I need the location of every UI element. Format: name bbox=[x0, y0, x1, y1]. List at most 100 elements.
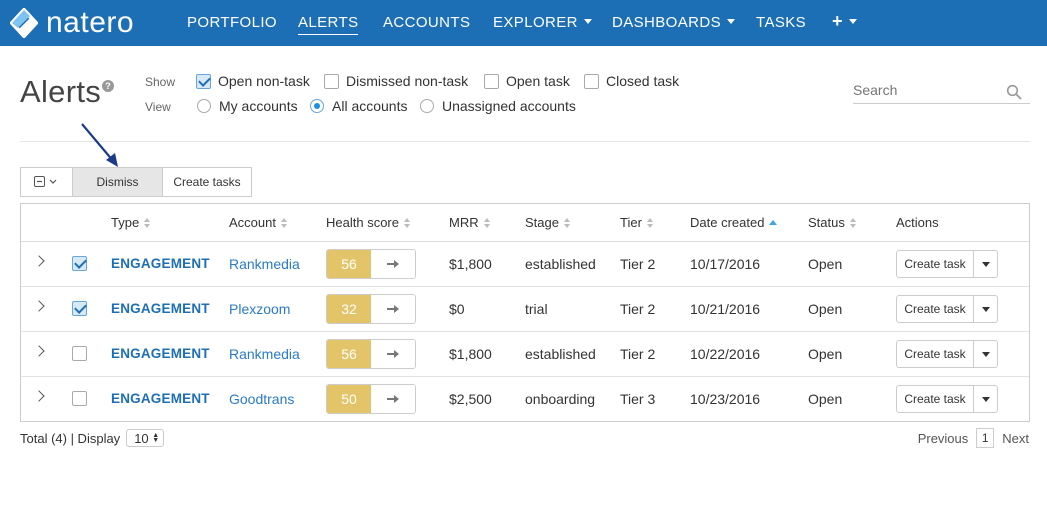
create-task-dropdown[interactable] bbox=[974, 340, 998, 368]
filter-closed-task[interactable]: Closed task bbox=[584, 73, 679, 89]
row-checkbox[interactable] bbox=[72, 256, 87, 271]
column-header-account[interactable]: Account bbox=[229, 215, 288, 230]
filter-open-non-task[interactable]: Open non-task bbox=[196, 73, 310, 89]
health-score-value: 56 bbox=[327, 250, 371, 278]
next-page-link[interactable]: Next bbox=[1002, 431, 1029, 446]
filter-dismissed-non-task[interactable]: Dismissed non-task bbox=[324, 73, 468, 89]
caret-down-icon bbox=[981, 351, 990, 357]
date-created-value: 10/17/2016 bbox=[690, 256, 761, 272]
table-row: ENGAGEMENT Plexzoom 32 $0 trial Tier 2 1… bbox=[21, 287, 1029, 332]
filter-label: Closed task bbox=[606, 73, 680, 89]
radio[interactable] bbox=[197, 99, 211, 113]
view-unassigned-accounts[interactable]: Unassigned accounts bbox=[420, 98, 576, 114]
nav-dashboards[interactable]: DASHBOARDS bbox=[612, 14, 736, 32]
page-number[interactable]: 1 bbox=[976, 428, 995, 448]
create-tasks-button[interactable]: Create tasks bbox=[163, 167, 252, 197]
health-score-widget[interactable]: 56 bbox=[326, 249, 416, 279]
sort-icon bbox=[403, 218, 411, 228]
chevron-down-icon bbox=[727, 19, 736, 24]
nav-explorer[interactable]: EXPLORER bbox=[493, 14, 592, 32]
radio[interactable] bbox=[420, 99, 434, 113]
date-created-value: 10/22/2016 bbox=[690, 346, 761, 362]
account-link[interactable]: Plexzoom bbox=[229, 301, 290, 317]
checkbox[interactable] bbox=[196, 73, 211, 89]
row-checkbox[interactable] bbox=[72, 391, 87, 406]
chevron-down-icon bbox=[848, 19, 857, 24]
chevron-down-icon bbox=[583, 19, 592, 24]
alert-type[interactable]: ENGAGEMENT bbox=[111, 391, 210, 406]
mrr-value: $1,800 bbox=[449, 346, 492, 362]
previous-page-link[interactable]: Previous bbox=[918, 431, 969, 446]
up-down-arrows-icon: ▲ ▼ bbox=[152, 432, 160, 444]
chevron-right-icon[interactable] bbox=[33, 390, 45, 402]
column-header-date-created[interactable]: Date created bbox=[690, 215, 778, 230]
account-link[interactable]: Rankmedia bbox=[229, 346, 300, 362]
logo[interactable]: natero bbox=[8, 6, 134, 40]
checkbox[interactable] bbox=[484, 73, 499, 89]
view-all-accounts[interactable]: All accounts bbox=[310, 98, 407, 114]
account-link[interactable]: Goodtrans bbox=[229, 391, 294, 407]
search-input[interactable] bbox=[853, 82, 1003, 98]
create-task-dropdown[interactable] bbox=[974, 385, 998, 413]
nav-explorer-label: EXPLORER bbox=[493, 14, 578, 31]
natero-logo-icon bbox=[10, 8, 38, 38]
create-task-button[interactable]: Create task bbox=[896, 295, 974, 323]
chevron-right-icon[interactable] bbox=[33, 255, 45, 267]
select-all-dropdown[interactable] bbox=[20, 167, 73, 197]
filter-open-task[interactable]: Open task bbox=[484, 73, 570, 89]
column-header-mrr[interactable]: MRR bbox=[449, 215, 491, 230]
arrow-right-icon bbox=[371, 250, 415, 278]
checkbox[interactable] bbox=[324, 73, 339, 89]
health-score-widget[interactable]: 50 bbox=[326, 384, 416, 414]
tier-value: Tier 2 bbox=[620, 301, 656, 317]
account-link[interactable]: Rankmedia bbox=[229, 256, 300, 272]
row-actions: Create task bbox=[896, 340, 998, 368]
dismiss-button[interactable]: Dismiss bbox=[73, 167, 163, 197]
nav-add-menu[interactable]: + bbox=[832, 12, 857, 30]
nav-portfolio[interactable]: PORTFOLIO bbox=[187, 14, 277, 32]
view-option-label: Unassigned accounts bbox=[442, 98, 576, 114]
column-label: MRR bbox=[449, 215, 479, 230]
create-task-dropdown[interactable] bbox=[974, 250, 998, 278]
search-icon[interactable] bbox=[1006, 84, 1022, 100]
search-box bbox=[853, 82, 1030, 104]
nav-alerts[interactable]: ALERTS bbox=[298, 14, 359, 35]
create-task-button[interactable]: Create task bbox=[896, 385, 974, 413]
chevron-right-icon[interactable] bbox=[33, 345, 45, 357]
nav-accounts[interactable]: ACCOUNTS bbox=[383, 14, 470, 32]
view-my-accounts[interactable]: My accounts bbox=[197, 98, 298, 114]
health-score-widget[interactable]: 32 bbox=[326, 294, 416, 324]
create-task-dropdown[interactable] bbox=[974, 295, 998, 323]
alert-type[interactable]: ENGAGEMENT bbox=[111, 256, 210, 271]
status-value: Open bbox=[808, 391, 843, 407]
brand-name: natero bbox=[46, 6, 135, 39]
table-header: Type Account Health score MRR Stage Tier… bbox=[21, 204, 1029, 242]
caret-down-icon bbox=[981, 396, 990, 402]
checkbox[interactable] bbox=[584, 73, 599, 89]
column-header-stage[interactable]: Stage bbox=[525, 215, 571, 230]
question-circle-icon[interactable]: ? bbox=[102, 80, 114, 92]
column-header-health-score[interactable]: Health score bbox=[326, 215, 411, 230]
create-task-button[interactable]: Create task bbox=[896, 250, 974, 278]
table-row: ENGAGEMENT Rankmedia 56 $1,800 establish… bbox=[21, 332, 1029, 377]
column-header-type[interactable]: Type bbox=[111, 215, 151, 230]
alert-type[interactable]: ENGAGEMENT bbox=[111, 346, 210, 361]
row-checkbox[interactable] bbox=[72, 301, 87, 316]
arrow-right-icon bbox=[371, 340, 415, 368]
sort-icon bbox=[646, 218, 654, 228]
health-score-widget[interactable]: 56 bbox=[326, 339, 416, 369]
column-header-actions: Actions bbox=[896, 215, 939, 230]
column-header-tier[interactable]: Tier bbox=[620, 215, 654, 230]
nav-tasks[interactable]: TASKS bbox=[756, 14, 806, 32]
alert-type[interactable]: ENGAGEMENT bbox=[111, 301, 210, 316]
stage-value: established bbox=[525, 256, 596, 272]
caret-down-icon bbox=[981, 306, 990, 312]
radio[interactable] bbox=[310, 99, 324, 113]
sort-icon bbox=[849, 218, 857, 228]
column-header-status[interactable]: Status bbox=[808, 215, 857, 230]
chevron-right-icon[interactable] bbox=[33, 300, 45, 312]
page-size-select[interactable]: 10 ▲ ▼ bbox=[126, 429, 165, 447]
date-created-value: 10/21/2016 bbox=[690, 301, 761, 317]
row-checkbox[interactable] bbox=[72, 346, 87, 361]
create-task-button[interactable]: Create task bbox=[896, 340, 974, 368]
